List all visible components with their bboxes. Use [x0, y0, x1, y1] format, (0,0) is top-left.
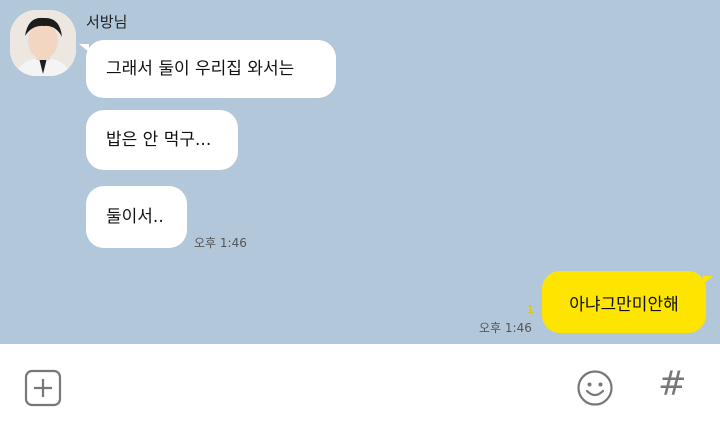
profile-photo-icon: [10, 10, 76, 76]
input-bar: #: [0, 344, 720, 428]
message-text: 밥은 안 먹구...: [106, 130, 212, 150]
received-message-bubble[interactable]: 그래서 둘이 우리집 와서는: [79, 40, 336, 98]
hashtag-icon[interactable]: #: [658, 364, 687, 404]
plus-square-icon[interactable]: [24, 369, 62, 407]
unread-count: 1: [527, 303, 534, 316]
bubble-tail: [79, 44, 89, 52]
chat-area: 서방님 그래서 둘이 우리집 와서는 밥은 안 먹구... 둘이서.. 오후 1…: [0, 0, 720, 344]
message-text: 둘이서..: [106, 207, 164, 227]
avatar[interactable]: [10, 10, 76, 76]
sent-message-bubble[interactable]: 아냐그만미안해: [542, 271, 713, 333]
received-timestamp: 오후 1:46: [194, 236, 247, 250]
bubble-tail: [703, 276, 713, 284]
smiley-icon[interactable]: [576, 369, 614, 407]
received-message-bubble[interactable]: 둘이서..: [86, 186, 187, 248]
message-text: 그래서 둘이 우리집 와서는: [106, 59, 295, 79]
received-message-bubble[interactable]: 밥은 안 먹구...: [86, 110, 238, 170]
sender-name: 서방님: [86, 13, 128, 31]
message-text: 아냐그만미안해: [569, 294, 679, 315]
sent-timestamp: 오후 1:46: [479, 321, 532, 335]
